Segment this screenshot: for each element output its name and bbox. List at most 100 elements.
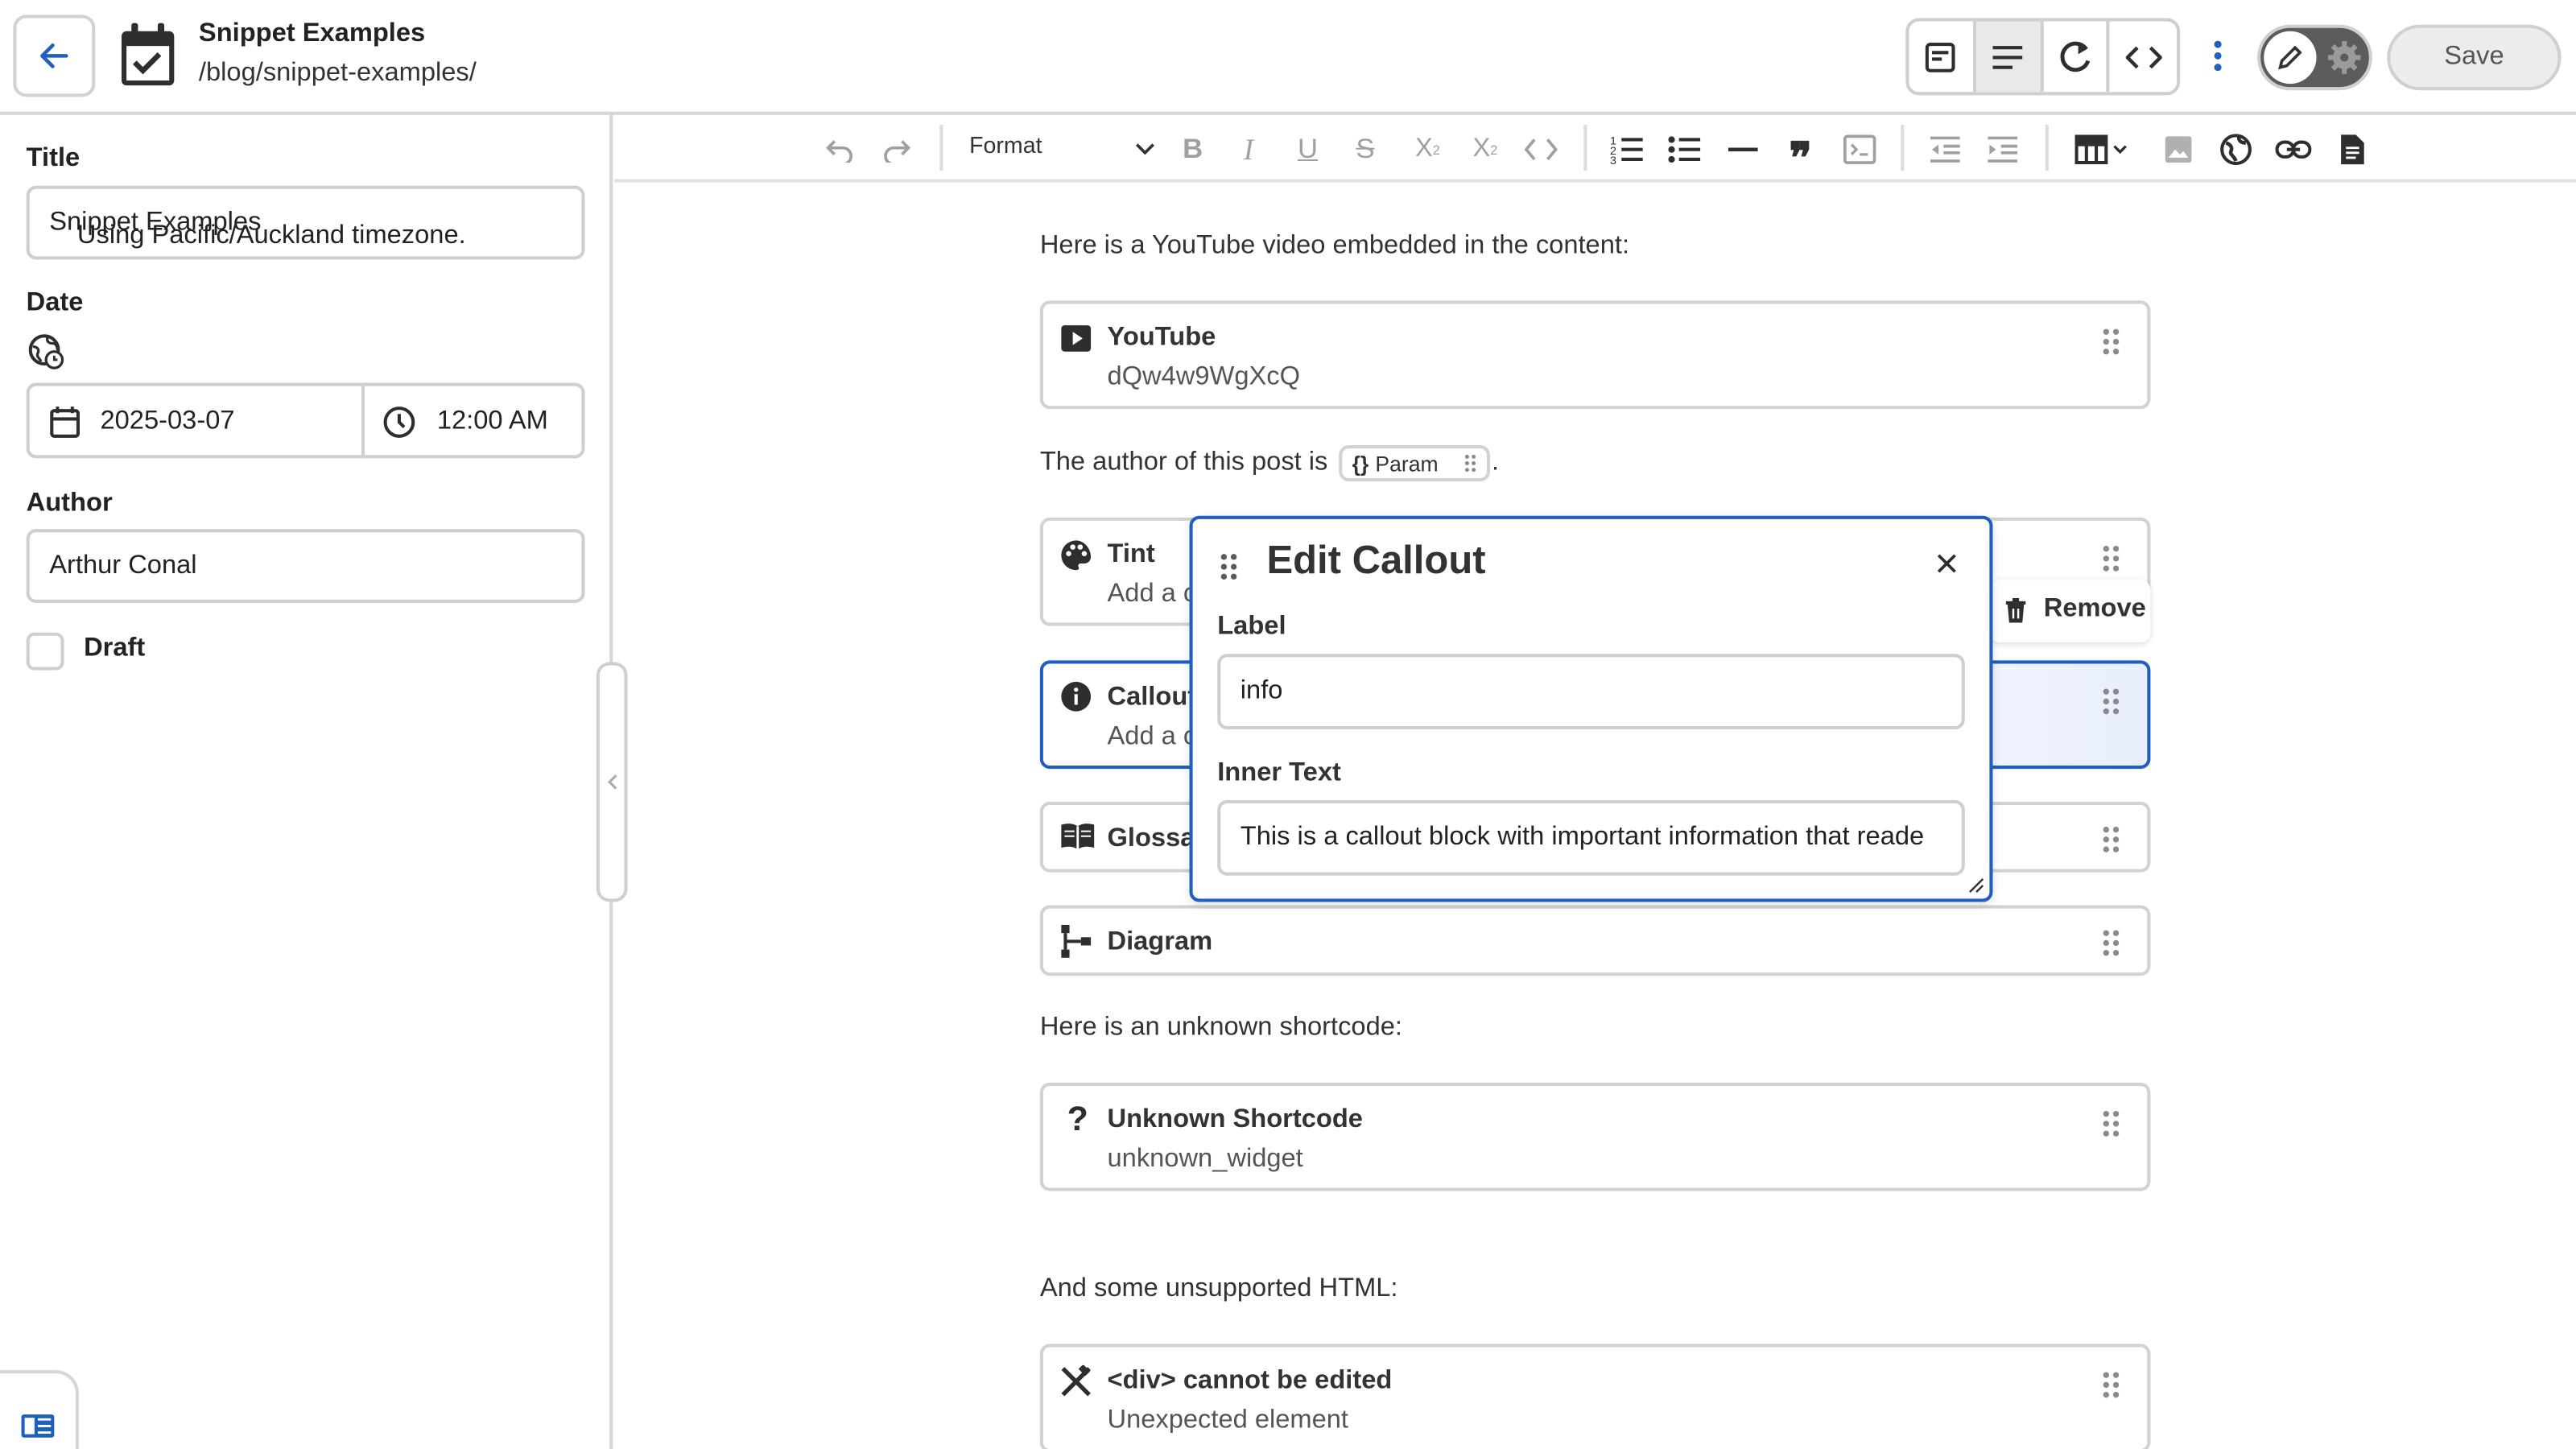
author-prefix: The author of this post is [1039, 448, 1328, 477]
horizontal-rule-icon[interactable] [1722, 128, 1765, 171]
drag-handle-icon[interactable] [1219, 552, 1238, 582]
pencil-icon [2276, 43, 2306, 72]
drag-handle-icon[interactable] [2101, 544, 2128, 577]
more-options-button[interactable] [2198, 23, 2238, 89]
title-label: Title [26, 144, 80, 173]
draft-label: Draft [84, 634, 146, 663]
drag-handle-icon[interactable] [2101, 1109, 2128, 1142]
document-path: /blog/snippet-examples/ [198, 59, 477, 88]
blockquote-icon[interactable]: ❞ [1779, 128, 1822, 181]
underline-icon[interactable]: U [1286, 128, 1329, 171]
label-input[interactable]: info [1217, 654, 1965, 730]
block-subtitle: Add a c [1107, 580, 1197, 609]
view-mode-group [1905, 18, 2181, 96]
bold-icon[interactable]: B [1171, 128, 1214, 171]
diagram-block[interactable]: Diagram [1039, 905, 2151, 976]
arrow-left-icon [36, 38, 72, 74]
book-icon [1059, 821, 1096, 857]
top-bar: Snippet Examples /blog/snippet-examples/… [0, 0, 2576, 115]
palette-icon [1059, 539, 1096, 575]
drag-handle-icon[interactable] [2101, 824, 2128, 857]
chevron-left-icon [607, 774, 617, 790]
dialog-title: Edit Callout [1266, 539, 1486, 584]
table-icon[interactable] [2071, 128, 2134, 171]
draft-checkbox[interactable] [26, 632, 64, 671]
drag-handle-icon[interactable] [2101, 687, 2128, 720]
rich-text-view-button[interactable] [1975, 21, 2043, 93]
document-icon[interactable] [2331, 128, 2374, 171]
drag-handle-icon[interactable] [2101, 1370, 2128, 1403]
italic-icon[interactable]: I [1227, 128, 1269, 171]
drag-handle-icon[interactable] [2101, 928, 2128, 961]
author-label: Author [26, 489, 113, 518]
question-icon: ? [1067, 1100, 1088, 1139]
remove-label: Remove [2043, 594, 2146, 623]
numbered-list-icon[interactable]: 123 [1605, 128, 1648, 171]
text-lines-icon [1992, 42, 2025, 72]
code-icon [2124, 43, 2161, 70]
author-field[interactable]: Arthur Conal [26, 529, 585, 603]
document-title: Snippet Examples [198, 19, 426, 48]
time-input[interactable]: 12:00 AM [361, 382, 585, 459]
code-view-button[interactable] [2110, 22, 2177, 93]
back-button[interactable] [13, 14, 96, 97]
tools-icon [1059, 1364, 1096, 1402]
inner-text-label: Inner Text [1217, 758, 1341, 787]
clock-icon [383, 406, 416, 439]
sidebar [0, 114, 613, 1449]
param-label: Param [1375, 451, 1439, 476]
resize-grip-icon[interactable] [1968, 877, 1984, 894]
block-subtitle: dQw4w9WgXcQ [1107, 363, 1301, 391]
drag-handle-icon[interactable] [2101, 327, 2128, 360]
edit-settings-toggle[interactable] [2257, 24, 2372, 91]
bullet-list-icon[interactable] [1662, 128, 1705, 171]
panel-icon [19, 1413, 56, 1439]
inline-code-icon[interactable] [1520, 128, 1563, 171]
code-block-icon[interactable] [1839, 128, 1881, 171]
block-title: Glossa [1107, 824, 1195, 853]
unknown-shortcode-block[interactable]: ? Unknown Shortcode unknown_widget [1039, 1082, 2151, 1191]
block-subtitle: Add a c [1107, 722, 1197, 751]
strikethrough-icon[interactable]: S [1344, 128, 1386, 171]
superscript-icon[interactable]: X2 [1463, 128, 1506, 171]
block-title: Unknown Shortcode [1107, 1105, 1363, 1134]
toggle-knob [2264, 31, 2317, 85]
redo-icon[interactable] [876, 128, 919, 171]
youtube-block[interactable]: YouTube dQw4w9WgXcQ [1039, 300, 2151, 410]
param-chip[interactable]: {} Param [1339, 445, 1491, 481]
calendar-check-icon [117, 22, 180, 91]
paragraph-youtube-intro: Here is a YouTube video embedded in the … [1039, 231, 1630, 260]
block-title: YouTube [1107, 324, 1216, 352]
link-icon[interactable] [2272, 128, 2314, 171]
editor-toolbar: B I U S X2 X2 123 ❞ [614, 115, 2576, 183]
undo-icon[interactable] [818, 128, 861, 171]
form-view-button[interactable] [1909, 21, 1976, 93]
date-value: 2025-03-07 [100, 407, 235, 436]
format-chevron-icon[interactable] [1124, 128, 1166, 171]
unsupported-html-block[interactable]: <div> cannot be edited Unexpected elemen… [1039, 1344, 2151, 1449]
outdent-icon[interactable] [1924, 128, 1967, 171]
image-icon[interactable] [2157, 128, 2200, 171]
panel-toggle-button[interactable] [0, 1370, 79, 1449]
sidebar-resize-handle[interactable] [596, 662, 628, 902]
subscript-icon[interactable]: X2 [1406, 128, 1449, 171]
edit-callout-dialog: Edit Callout Label info Inner Text This … [1189, 515, 1993, 902]
block-title: <div> cannot be edited [1107, 1366, 1393, 1395]
drag-handle-icon[interactable] [1463, 453, 1476, 473]
preview-view-button[interactable] [2043, 21, 2110, 93]
inner-text-input[interactable]: This is a callout block with important i… [1217, 799, 1965, 876]
timezone-note: Using Pacific/Auckland timezone. [76, 221, 466, 250]
youtube-icon [1059, 322, 1096, 358]
info-icon [1059, 680, 1096, 716]
save-button[interactable]: Save [2387, 24, 2562, 91]
label-field-label: Label [1217, 613, 1286, 641]
close-button[interactable] [1929, 546, 1965, 582]
indent-icon[interactable] [1981, 128, 2024, 171]
remove-button[interactable]: Remove [1989, 580, 2151, 642]
form-icon [1925, 40, 1958, 73]
globe-icon[interactable] [2215, 128, 2257, 171]
date-input[interactable]: 2025-03-07 [26, 382, 365, 459]
format-select[interactable]: Format [969, 131, 1042, 158]
date-label: Date [26, 289, 84, 317]
svg-text:3: 3 [1610, 155, 1616, 166]
